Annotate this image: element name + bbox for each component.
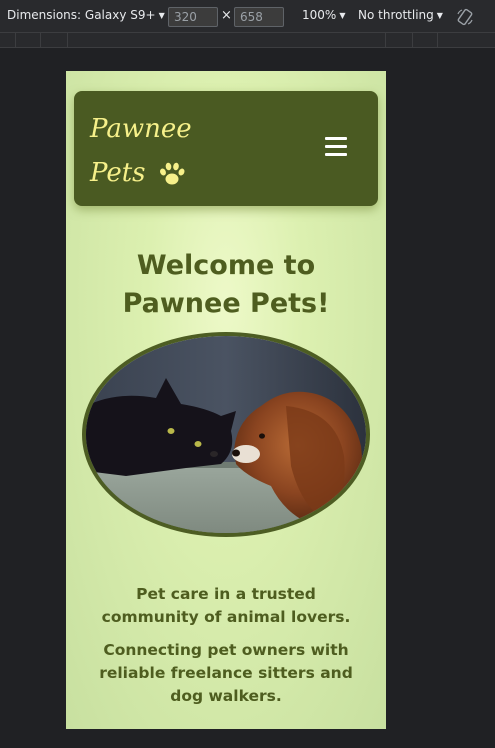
tagline-connecting-line3: dog walkers. (170, 687, 282, 705)
cat-dog-photo (86, 336, 366, 533)
throttle-select[interactable]: No throttling ▼ (358, 8, 443, 22)
chevron-down-icon: ▼ (436, 10, 443, 20)
ruler-tick (40, 33, 41, 48)
device-select[interactable]: Dimensions: Galaxy S9+ ▼ (7, 8, 165, 22)
welcome-heading: Welcome to Pawnee Pets! (66, 247, 386, 323)
site-navbar: Pawnee Pets (74, 91, 378, 206)
media-query-bar[interactable] (0, 33, 495, 48)
tagline-connecting-line2: reliable freelance sitters and (99, 664, 353, 682)
logo-text-line2: Pets (90, 158, 146, 188)
ruler-tick (412, 33, 413, 48)
tagline-connecting: Connecting pet owners with reliable free… (66, 639, 386, 708)
device-viewport: Pawnee Pets Welcome to Pawnee Pets! Pet … (66, 71, 386, 729)
chevron-down-icon: ▼ (158, 10, 165, 20)
tagline-community-line2: community of animal lovers. (101, 608, 351, 626)
ruler-tick (385, 33, 386, 48)
throttle-select-label: No throttling (358, 8, 434, 22)
hero-image-cat-and-dog (82, 332, 370, 537)
chevron-down-icon: ▼ (339, 10, 346, 20)
logo-line2: Pets (90, 151, 192, 195)
times-symbol: × (221, 8, 232, 23)
ruler-tick (15, 33, 16, 48)
width-input[interactable] (168, 7, 218, 27)
welcome-heading-line1: Welcome to (136, 250, 316, 281)
hamburger-icon[interactable] (325, 137, 347, 157)
ruler-tick (437, 33, 438, 48)
device-select-label: Dimensions: Galaxy S9+ (7, 8, 156, 22)
welcome-heading-line2: Pawnee Pets! (122, 288, 330, 319)
site-logo[interactable]: Pawnee Pets (90, 107, 192, 195)
tagline-community-line1: Pet care in a trusted (136, 585, 316, 603)
devtools-device-toolbar: Dimensions: Galaxy S9+ ▼ × 100% ▼ No thr… (0, 0, 495, 33)
zoom-select-label: 100% (302, 8, 337, 22)
rotate-icon[interactable] (456, 8, 474, 26)
height-input[interactable] (234, 7, 284, 27)
tagline-connecting-line1: Connecting pet owners with (103, 641, 349, 659)
paw-icon (159, 162, 185, 185)
tagline-community: Pet care in a trusted community of anima… (66, 583, 386, 629)
zoom-select[interactable]: 100% ▼ (302, 8, 345, 22)
logo-text-line1: Pawnee (90, 114, 192, 144)
ruler-tick (67, 33, 68, 48)
